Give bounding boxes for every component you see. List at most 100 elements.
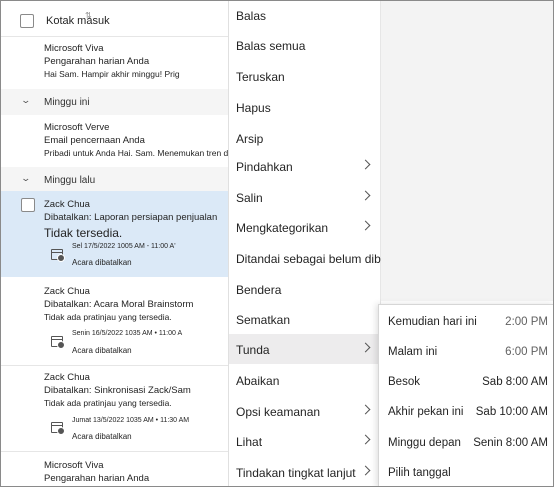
chevron-right-icon [360,220,371,231]
snooze-option-time: Senin 8:00 AM [473,437,548,449]
menu-item-mark-unread[interactable]: Ditandai sebagai belum dibaca [229,243,381,273]
group-header-last-week[interactable]: ⌄ Minggu lalu [1,167,229,193]
chevron-right-icon [360,159,371,170]
menu-item-label: Abaikan [236,374,280,388]
menu-item-label: Arsip [236,132,264,146]
menu-item-label: Teruskan [236,70,285,84]
item-sender: Zack Chua [44,286,90,297]
item-sender: Microsoft Verve [44,122,110,133]
snooze-option-time: 6:00 PM [505,346,548,358]
folder-title: Kotak masuk ⇅ [46,11,110,27]
chevron-right-icon [360,404,371,415]
snooze-option-label: Pilih tanggal [388,467,451,479]
menu-item-advanced-actions[interactable]: Tindakan tingkat lanjut [229,457,381,486]
menu-item-reply-all[interactable]: Balas semua [229,30,381,60]
reading-pane [381,1,553,301]
snooze-tomorrow[interactable]: Besok Sab 8:00 AM [379,367,553,397]
menu-item-label: Lihat [236,435,263,449]
menu-item-label: Opsi keamanan [236,405,321,419]
list-item[interactable]: Zack Chua Dibatalkan: Sinkronisasi Zack/… [1,366,229,450]
list-item[interactable]: Zack Chua Dibatalkan: Acara Moral Brains… [1,279,229,365]
message-list: Kotak masuk ⇅ Microsoft Viva Pengarahan … [1,1,231,486]
menu-item-label: Salin [236,191,263,205]
list-item[interactable]: Microsoft Viva Pengarahan harian Anda Ha… [1,37,229,87]
menu-item-security-options[interactable]: Opsi keamanan [229,396,381,426]
calendar-cancel-icon [51,422,65,435]
calendar-cancel-icon [51,249,65,262]
list-item[interactable]: Microsoft Verve Email pencernaan Anda Pr… [1,115,231,167]
item-meeting-time: Jumat 13/5/2022 1035 AM • 11:30 AM [72,417,190,424]
chevron-right-icon [360,434,371,445]
menu-item-label: Ditandai sebagai belum dibaca [236,252,381,266]
menu-item-flag[interactable]: Bendera [229,274,381,304]
chevron-down-icon: ⌄ [20,173,32,183]
menu-item-label: Tindakan tingkat lanjut [236,466,356,480]
menu-item-archive[interactable]: Arsip [229,123,381,153]
list-item[interactable]: Microsoft Viva Pengarahan harian Anda [1,452,229,486]
snooze-option-label: Malam ini [388,346,438,358]
menu-item-view[interactable]: Lihat [229,426,381,456]
snooze-option-label: Kemudian hari ini [388,316,477,328]
snooze-option-time: 2:00 PM [505,316,548,328]
item-meeting-time: Senin 16/5/2022 1035 AM • 11:00 A [72,330,183,337]
item-sender: Zack Chua [44,372,90,383]
item-preview: Tidak ada pratinjau yang tersedia. [44,398,172,408]
item-preview: Hai Sam. Hampir akhir minggu! Prig [44,69,180,79]
menu-item-label: Hapus [236,101,271,115]
snooze-choose-date[interactable]: Pilih tanggal [379,458,553,486]
snooze-submenu: Kemudian hari ini 2:00 PM Malam ini 6:00… [378,304,553,486]
item-sender: Microsoft Viva [44,460,104,471]
item-preview: Pribadi untuk Anda Hai. Sam. Menemukan t… [44,148,231,158]
chevron-right-icon [360,190,371,201]
menu-item-label: Tunda [236,343,270,357]
item-preview: Tidak tersedia. [44,226,123,240]
menu-item-label: Balas [236,9,267,23]
menu-item-label: Bendera [236,283,282,297]
item-subject: Dibatalkan: Laporan persiapan penjualan [44,212,218,223]
list-header: Kotak masuk ⇅ [1,1,229,37]
list-item-selected[interactable]: Zack Chua Dibatalkan: Laporan persiapan … [1,191,229,277]
item-sender: Microsoft Viva [44,43,104,54]
sort-arrow-icon[interactable]: ⇅ [85,11,92,20]
item-sender: Zack Chua [44,199,90,210]
group-header-this-week[interactable]: ⌄ Minggu ini [1,89,229,115]
menu-item-label: Sematkan [236,313,291,327]
menu-item-label: Mengkategorikan [236,221,329,235]
snooze-tonight[interactable]: Malam ini 6:00 PM [379,337,553,367]
snooze-option-time: Sab 8:00 AM [482,376,548,388]
group-label: Minggu ini [44,97,90,108]
menu-item-label: Pindahkan [236,160,293,174]
item-meeting-time: Sel 17/5/2022 1005 AM - 11:00 A' [72,243,176,250]
menu-item-reply[interactable]: Balas [229,1,381,31]
context-menu-items: Balas Balas semua Teruskan Hapus Arsip P… [229,1,381,486]
item-subject: Email pencernaan Anda [44,135,145,146]
menu-item-pin[interactable]: Sematkan [229,304,381,334]
item-status: Acara dibatalkan [72,346,132,355]
item-checkbox[interactable] [21,198,35,212]
menu-item-delete[interactable]: Hapus [229,92,381,122]
snooze-option-time: Sab 10:00 AM [475,406,548,418]
item-status: Acara dibatalkan [72,432,132,441]
snooze-next-week[interactable]: Minggu depan Senin 8:00 AM [379,428,553,458]
snooze-this-weekend[interactable]: Akhir pekan ini Sab 10:00 AM [379,397,553,427]
calendar-cancel-icon [51,336,65,349]
snooze-option-label: Besok [388,376,420,388]
chevron-right-icon [360,465,371,476]
snooze-later-today[interactable]: Kemudian hari ini 2:00 PM [379,307,553,337]
item-preview: Tidak ada pratinjau yang tersedia. [44,312,172,322]
menu-item-label: Balas semua [236,39,306,53]
menu-item-forward[interactable]: Teruskan [229,61,381,91]
menu-item-snooze[interactable]: Tunda [229,334,381,364]
item-subject: Dibatalkan: Acara Moral Brainstorm [44,299,194,310]
menu-item-copy[interactable]: Salin [229,182,381,212]
menu-item-move[interactable]: Pindahkan [229,151,381,181]
item-subject: Dibatalkan: Sinkronisasi Zack/Sam [44,385,191,396]
group-label: Minggu lalu [44,175,96,186]
snooze-option-label: Minggu depan [388,437,461,449]
menu-item-categorize[interactable]: Mengkategorikan [229,212,381,242]
snooze-option-label: Akhir pekan ini [388,406,464,418]
menu-item-ignore[interactable]: Abaikan [229,365,381,395]
context-menu: Balas Balas semua Teruskan Hapus Arsip P… [228,1,381,486]
select-all-checkbox[interactable] [20,14,34,28]
item-status: Acara dibatalkan [72,258,132,267]
